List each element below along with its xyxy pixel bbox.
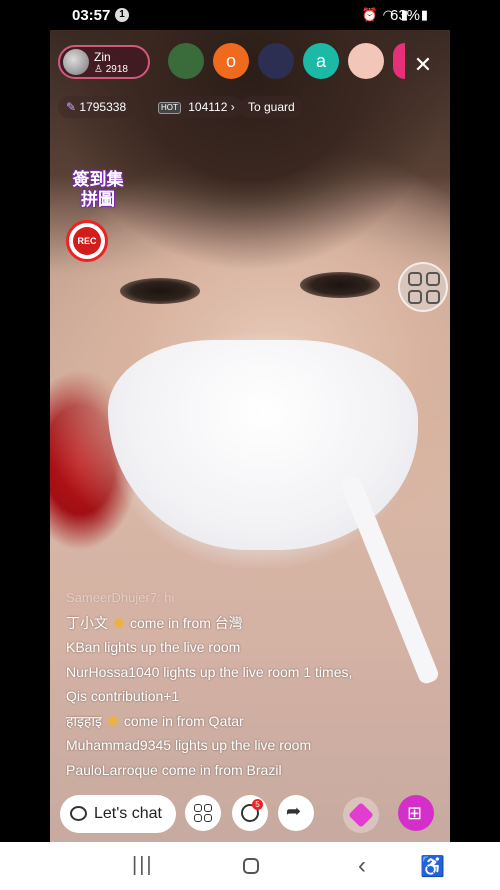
accessibility-icon[interactable]: ♿ [420, 854, 445, 879]
viewer-avatar-letter [393, 43, 405, 79]
hot-value: 104112 [188, 100, 228, 114]
chat-feed[interactable]: SameerDhujer7: hi 丁小文 come in from 台灣 KBa… [66, 586, 396, 782]
chat-message: KBan lights up the live room [66, 635, 396, 660]
points-pill[interactable]: ✎ 1795338 [58, 96, 135, 118]
to-guard-label: To guard [248, 100, 295, 114]
grid-icon [408, 272, 422, 286]
hot-tag: HOT [158, 102, 181, 114]
viewer-avatar[interactable]: o [213, 43, 249, 79]
status-bar: 03:57 1 ⏰ ◠ ▮ 63% ▮ [0, 0, 500, 30]
grid-icon [426, 272, 440, 286]
back-icon[interactable]: ‹ [358, 852, 366, 880]
chat-text: : hi [157, 590, 175, 605]
chevron-right-icon: › [230, 100, 235, 114]
host-name: Zin [94, 50, 111, 64]
host-avatar[interactable] [63, 49, 89, 75]
menu-grid-button[interactable] [185, 795, 221, 831]
to-guard-button[interactable]: To guard [240, 96, 303, 118]
viewer-avatar-letter: o [225, 51, 236, 71]
chat-message: Qis contribution+1 [66, 684, 396, 709]
chat-text: lights up the live room [174, 737, 312, 753]
grid-icon [194, 814, 202, 822]
hot-rank-pill[interactable]: HOT 104112 › [150, 96, 243, 118]
chat-user[interactable]: PauloLarroque [66, 762, 158, 778]
lets-chat-button[interactable]: Let's chat [60, 795, 176, 833]
viewer-avatar-letter [258, 43, 294, 79]
chat-user[interactable]: KBan [66, 639, 100, 655]
notification-count-badge: 1 [115, 8, 129, 22]
viewer-avatar-letter: a [315, 51, 326, 71]
video-content [120, 278, 200, 304]
chat-text: Qis contribution+1 [66, 688, 180, 704]
grid-icon [204, 814, 212, 822]
chat-user[interactable]: 丁小文 [66, 615, 108, 631]
viewer-avatar[interactable] [168, 43, 204, 79]
home-icon[interactable] [243, 858, 259, 874]
share-arrow-icon: ➦ [286, 801, 302, 821]
chat-message: SameerDhujer7: hi [66, 586, 396, 611]
rec-label: REC [73, 227, 101, 255]
share-button[interactable]: ➦ [278, 795, 314, 831]
feather-icon: ✎ [66, 100, 77, 114]
chat-user[interactable]: Muhammad9345 [66, 737, 171, 753]
host-fan-count-value: 2918 [105, 64, 128, 75]
chat-message: Muhammad9345 lights up the live room [66, 733, 396, 758]
battery-icon: ▮ [420, 7, 430, 22]
chat-message: 丁小文 come in from 台灣 [66, 611, 396, 636]
grid-icon [426, 290, 440, 304]
sign-in-puzzle-promo[interactable]: 簽到集拼圖 [66, 170, 130, 216]
chat-message: हाइहाइ come in from Qatar [66, 709, 396, 734]
chat-text: come in from 台灣 [130, 614, 243, 631]
lets-chat-label: Let's chat [94, 805, 162, 822]
chat-text: lights up the live room 1 times, [163, 663, 353, 680]
recent-apps-icon[interactable]: ||| [132, 854, 154, 877]
viewer-avatar-letter [168, 43, 204, 79]
coin-icon [107, 715, 118, 726]
chat-user[interactable]: हाइहाइ [66, 713, 102, 729]
viewer-avatar[interactable] [393, 43, 405, 79]
floating-grid-button[interactable] [398, 262, 448, 312]
grid-icon [408, 290, 422, 304]
close-icon[interactable]: ✕ [410, 52, 436, 78]
viewer-avatar[interactable] [348, 43, 384, 79]
viewer-avatar-letter [348, 43, 384, 79]
viewer-avatar[interactable]: a [303, 43, 339, 79]
host-fan-count: ♙ 2918 [94, 64, 128, 75]
coin-icon [114, 617, 124, 628]
system-navigation-bar: ||| ‹ ♿ [0, 842, 500, 890]
chat-bubble-icon [70, 806, 87, 821]
video-content [300, 272, 380, 298]
battery-percent: 63% [390, 7, 421, 24]
notification-badge: 5 [252, 799, 263, 810]
chat-user[interactable]: NurHossa1040 [66, 664, 159, 680]
clock: 03:57 [72, 7, 111, 24]
rec-button[interactable]: REC [66, 220, 108, 262]
promo-text: 簽到集拼圖 [72, 170, 124, 209]
chat-text: come in from Qatar [123, 712, 244, 729]
interaction-button[interactable]: 5 [232, 795, 268, 831]
chat-text: lights up the live room [104, 639, 241, 655]
alarm-icon: ⏰ [361, 7, 380, 22]
grid-icon [204, 804, 212, 812]
cube-icon [348, 802, 374, 828]
chat-message: PauloLarroque come in from Brazil [66, 758, 396, 783]
chat-text: come in from Brazil [161, 761, 282, 778]
viewer-avatar[interactable] [258, 43, 294, 79]
gift-button[interactable]: ⊞ [398, 795, 434, 831]
live-stream-screen: 03:57 1 ⏰ ◠ ▮ 63% ▮ Zin ♙ 2918 o a ✕ ✎ 1… [0, 0, 500, 890]
gift-icon: ⊞ [407, 803, 423, 823]
chat-message: NurHossa1040 lights up the live room 1 t… [66, 660, 396, 685]
special-effects-button[interactable] [343, 797, 379, 833]
chat-user[interactable]: SameerDhujer7 [66, 590, 157, 605]
host-profile-badge[interactable]: Zin ♙ 2918 [58, 45, 150, 79]
points-value: 1795338 [79, 100, 127, 114]
grid-icon [194, 804, 202, 812]
